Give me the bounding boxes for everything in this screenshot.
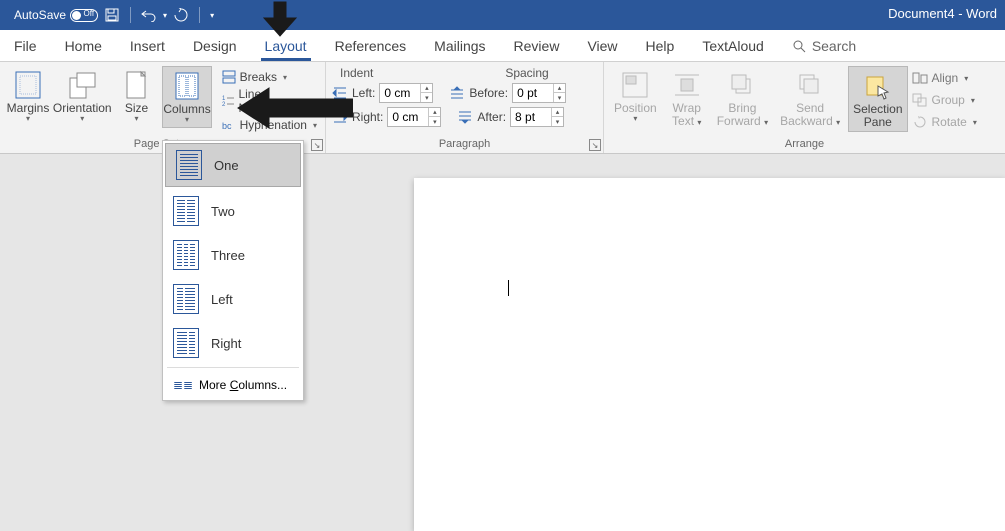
wrap-text-button[interactable]: Wrap Text ▾ <box>665 66 709 130</box>
toggle-off-icon: Off <box>70 9 98 22</box>
spacing-after-label: After: <box>477 110 506 124</box>
tab-textaloud[interactable]: TextAloud <box>688 30 777 61</box>
spacing-after-input[interactable]: ▴▾ <box>510 107 564 127</box>
align-icon <box>912 71 928 85</box>
redo-icon[interactable] <box>173 7 189 23</box>
columns-three-icon <box>173 240 199 270</box>
group-label-arrange: Arrange <box>610 138 999 153</box>
ribbon-tabs: File Home Insert Design Layout Reference… <box>0 30 1005 62</box>
group-paragraph: Indent Spacing Left: ▴▾ Before: ▴▾ Right… <box>326 62 604 153</box>
group-objects-icon <box>912 93 928 107</box>
menu-separator <box>167 367 299 368</box>
search-icon <box>792 39 806 53</box>
hyphenation-icon: bc <box>222 118 236 132</box>
group-label-paragraph: Paragraph <box>332 138 597 153</box>
send-backward-button[interactable]: Send Backward ▾ <box>776 66 844 130</box>
spacing-before-input[interactable]: ▴▾ <box>512 83 566 103</box>
breaks-icon <box>222 70 236 84</box>
tab-file[interactable]: File <box>0 30 51 61</box>
wrap-text-icon <box>673 68 701 102</box>
indent-right-input[interactable]: ▴▾ <box>387 107 441 127</box>
rotate-button[interactable]: Rotate▾ <box>912 112 977 132</box>
qat-customize-icon[interactable]: ▾ <box>210 11 214 20</box>
selection-pane-icon <box>864 69 892 103</box>
position-icon <box>621 68 649 102</box>
paragraph-dialog-launcher[interactable]: ↘ <box>589 139 601 151</box>
columns-two-icon <box>173 196 199 226</box>
columns-left-icon <box>173 284 199 314</box>
columns-right-icon <box>173 328 199 358</box>
columns-option-three[interactable]: Three <box>163 233 303 277</box>
rotate-icon <box>912 115 928 129</box>
document-page[interactable] <box>414 178 1005 531</box>
margins-button[interactable]: Margins▾ <box>6 66 50 126</box>
size-icon <box>124 68 148 102</box>
save-icon[interactable] <box>104 7 120 23</box>
ribbon: Margins▾ Orientation▾ Size▾ Columns▾ Bre… <box>0 62 1005 154</box>
tab-view[interactable]: View <box>573 30 631 61</box>
spacing-before-label: Before: <box>469 86 508 100</box>
orientation-button[interactable]: Orientation▾ <box>54 66 110 126</box>
page-setup-dialog-launcher[interactable]: ↘ <box>311 139 323 151</box>
columns-dropdown: One Two Three Left Right ≣≣ More Columns… <box>162 140 304 401</box>
undo-icon[interactable] <box>141 7 157 23</box>
more-columns-icon: ≣≣ <box>173 378 189 392</box>
position-button[interactable]: Position▾ <box>610 66 661 126</box>
more-columns-option[interactable]: ≣≣ More Columns... <box>163 370 303 400</box>
columns-icon <box>174 69 200 103</box>
tab-review[interactable]: Review <box>500 30 574 61</box>
bring-forward-icon <box>728 68 756 102</box>
columns-option-one[interactable]: One <box>165 143 301 187</box>
group-objects-button[interactable]: Group▾ <box>912 90 977 110</box>
tab-references[interactable]: References <box>321 30 421 61</box>
columns-option-left[interactable]: Left <box>163 277 303 321</box>
text-cursor <box>508 280 509 296</box>
search-label: Search <box>812 38 856 54</box>
search-box[interactable]: Search <box>792 38 856 54</box>
bring-forward-button[interactable]: Bring Forward ▾ <box>713 66 772 130</box>
title-bar: AutoSave Off ▾ ▾ Document4 - Word <box>0 0 1005 30</box>
spacing-before-icon <box>449 86 465 100</box>
columns-option-two[interactable]: Two <box>163 189 303 233</box>
spacing-after-icon <box>457 110 473 124</box>
tab-mailings[interactable]: Mailings <box>420 30 499 61</box>
columns-option-right[interactable]: Right <box>163 321 303 365</box>
indent-header: Indent <box>332 66 462 80</box>
tab-insert[interactable]: Insert <box>116 30 179 61</box>
tutorial-arrow-down-icon <box>260 0 300 40</box>
columns-one-icon <box>176 150 202 180</box>
line-numbers-icon: 12 <box>222 94 235 108</box>
selection-pane-button[interactable]: Selection Pane <box>848 66 907 132</box>
svg-text:2: 2 <box>222 102 226 108</box>
spacing-header: Spacing <box>462 66 592 80</box>
orientation-icon <box>67 68 97 102</box>
document-title: Document4 - Word <box>888 6 997 21</box>
undo-dropdown-icon[interactable]: ▾ <box>163 11 167 20</box>
send-backward-icon <box>796 68 824 102</box>
margins-icon <box>14 68 42 102</box>
group-arrange: Position▾ Wrap Text ▾ Bring Forward ▾ Se… <box>604 62 1005 153</box>
tab-help[interactable]: Help <box>632 30 689 61</box>
autosave-label: AutoSave <box>14 8 66 22</box>
size-button[interactable]: Size▾ <box>114 66 158 126</box>
svg-text:bc: bc <box>222 121 232 131</box>
indent-right-label: Right: <box>352 110 383 124</box>
autosave-toggle[interactable]: AutoSave Off <box>14 8 98 22</box>
columns-button[interactable]: Columns▾ <box>162 66 211 128</box>
indent-left-label: Left: <box>352 86 375 100</box>
tutorial-arrow-left-icon <box>235 85 353 131</box>
tab-home[interactable]: Home <box>51 30 116 61</box>
indent-left-input[interactable]: ▴▾ <box>379 83 433 103</box>
tab-design[interactable]: Design <box>179 30 251 61</box>
align-button[interactable]: Align▾ <box>912 68 977 88</box>
